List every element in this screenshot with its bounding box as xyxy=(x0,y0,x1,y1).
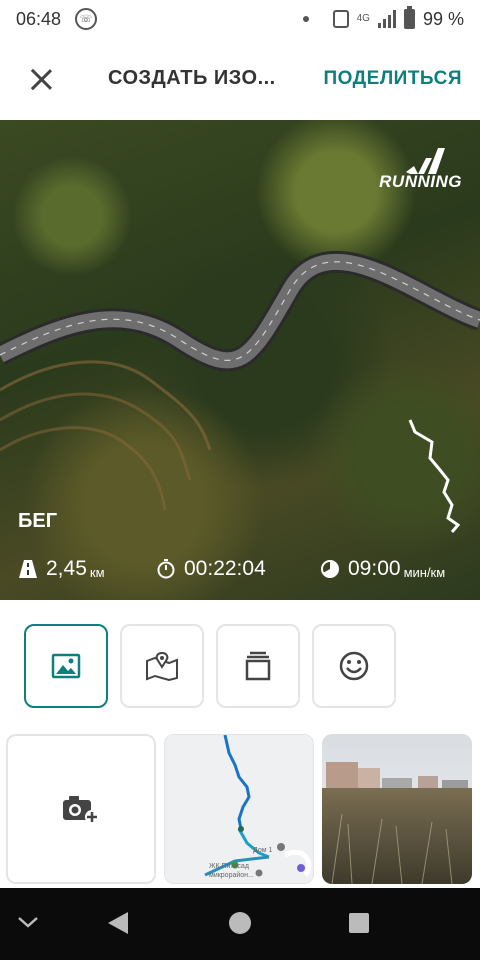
distance-stat: 2,45 км xyxy=(18,557,105,581)
pace-stat: 09:00 мин/км xyxy=(320,557,445,581)
close-icon[interactable] xyxy=(26,64,56,94)
photo-tile[interactable] xyxy=(322,734,472,884)
status-icons: 4G 99 % xyxy=(302,6,464,30)
field-photo-thumbnail xyxy=(322,734,472,884)
whatsapp-icon: ☏ xyxy=(75,8,98,30)
forest-road-image xyxy=(0,250,480,533)
image-icon xyxy=(51,653,81,679)
vibrate-icon xyxy=(332,10,349,28)
duration-stat: 00:22:04 xyxy=(156,557,266,581)
pace-icon xyxy=(321,560,339,578)
route-trace xyxy=(408,419,461,533)
map-label-2: ЖК Пятисад xyxy=(209,863,249,870)
page-title: СОЗДАТЬ ИЗО... xyxy=(108,67,276,89)
map-background-tile[interactable]: Дом 1 ЖК Пятисад микрорайон... xyxy=(164,734,314,884)
road-icon xyxy=(19,560,37,578)
battery-icon xyxy=(403,6,415,29)
duration-value: 00:22:04 xyxy=(184,557,266,580)
pace-unit: мин/км xyxy=(403,564,446,580)
back-icon[interactable] xyxy=(108,912,128,934)
background-image-button[interactable] xyxy=(24,624,108,708)
system-navigation-bar xyxy=(0,888,480,960)
status-time: 06:48 xyxy=(16,8,62,29)
network-type: 4G xyxy=(356,13,370,24)
recent-apps-icon[interactable] xyxy=(349,913,369,933)
editor-toolbar xyxy=(0,600,480,728)
home-icon[interactable] xyxy=(229,912,251,934)
add-photo-tile[interactable] xyxy=(6,734,156,884)
map-label-3: микрорайон... xyxy=(209,872,254,879)
background-gallery: Дом 1 ЖК Пятисад микрорайон... xyxy=(0,728,480,888)
battery-percent: 99 % xyxy=(422,8,464,29)
smiley-icon xyxy=(339,651,369,681)
map-label-1: Дом 1 xyxy=(253,847,273,854)
sticker-button[interactable] xyxy=(312,624,396,708)
distance-value: 2,45 xyxy=(46,557,87,580)
distance-unit: км xyxy=(89,564,105,580)
app-bar: СОЗДАТЬ ИЗО... ПОДЕЛИТЬСЯ xyxy=(0,38,480,120)
collapse-chevron-icon[interactable] xyxy=(18,917,38,928)
share-button[interactable]: ПОДЕЛИТЬСЯ xyxy=(323,68,462,90)
map-button[interactable] xyxy=(120,624,204,708)
layers-icon xyxy=(245,651,271,681)
status-bar: 06:48 ☏ 4G 99 % xyxy=(0,0,480,38)
route-map-thumbnail xyxy=(165,735,313,883)
notification-dot-icon xyxy=(302,16,309,22)
share-image-preview: RUNNING БЕГ 2,45 км 00:22:04 09:00 мин/к… xyxy=(0,120,480,600)
add-photo-icon xyxy=(63,796,99,824)
pace-value: 09:00 xyxy=(348,557,401,580)
signal-icon xyxy=(377,10,396,28)
layers-button[interactable] xyxy=(216,624,300,708)
map-icon xyxy=(146,651,178,681)
brand-text: RUNNING xyxy=(379,172,462,191)
activity-stats: 2,45 км 00:22:04 09:00 мин/км xyxy=(18,554,464,584)
sport-type: БЕГ xyxy=(18,510,58,532)
stopwatch-icon xyxy=(157,559,175,579)
